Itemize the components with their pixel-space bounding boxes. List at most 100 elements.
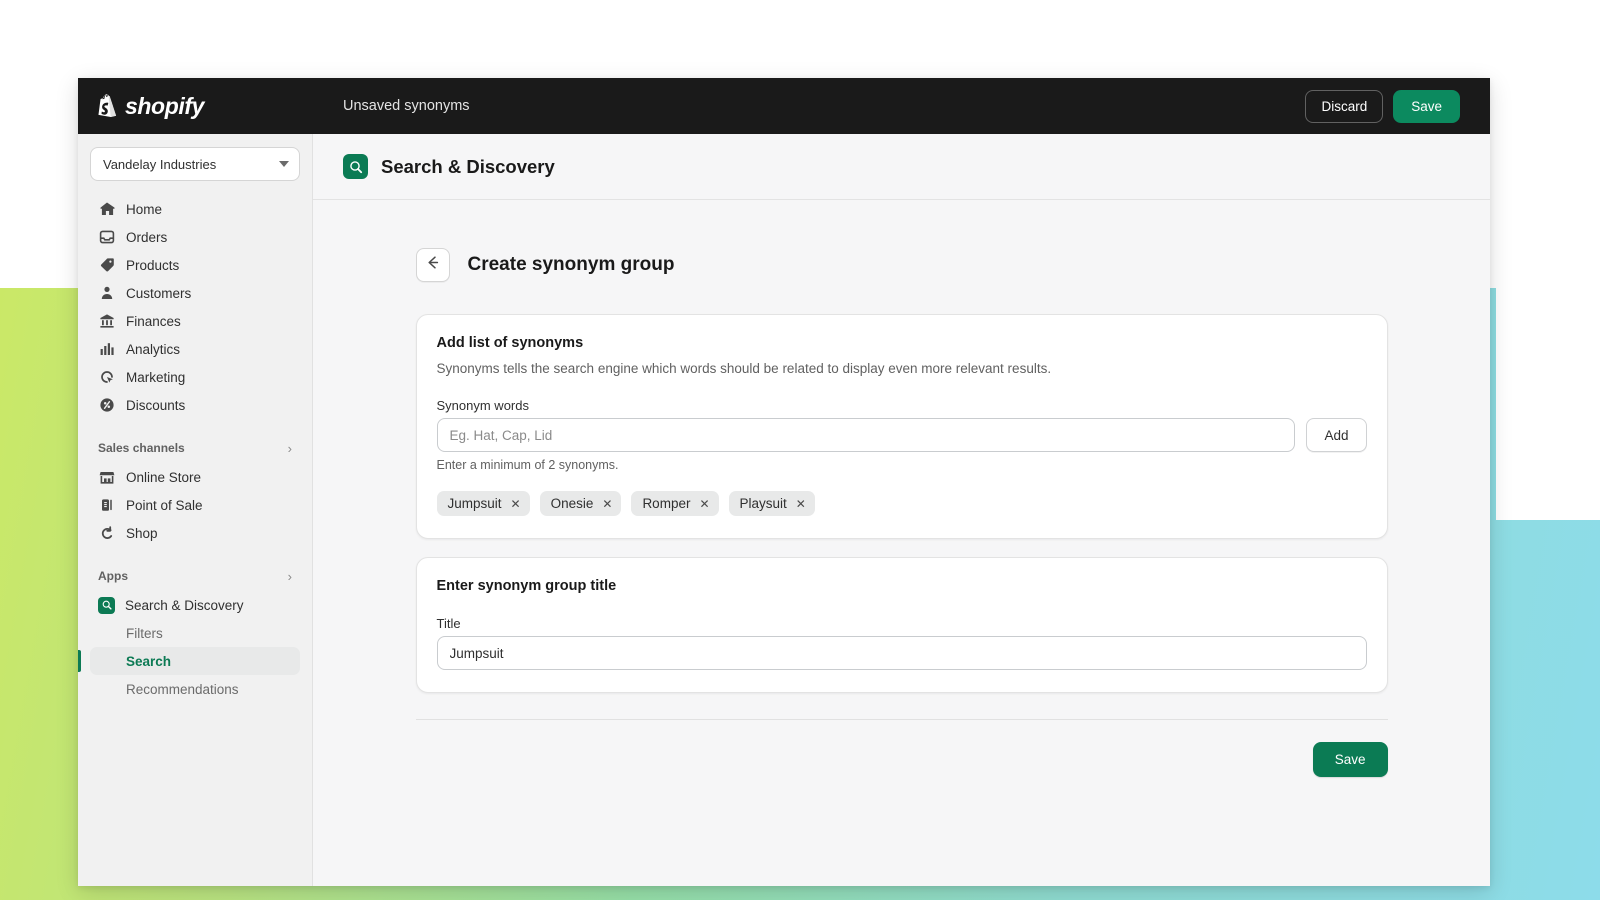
sidebar-item-label: Point of Sale (126, 497, 203, 513)
sidebar-item-label: Search (126, 653, 172, 669)
top-bar: shopify Unsaved synonyms Discard Save (78, 78, 1490, 134)
sidebar-item-label: Marketing (126, 369, 186, 385)
megaphone-target-icon (98, 368, 116, 386)
store-name: Vandelay Industries (103, 156, 217, 172)
section-title: Apps (98, 569, 128, 583)
close-x-icon[interactable]: ✕ (602, 498, 612, 510)
section-title: Sales channels (98, 441, 185, 455)
sidebar-item-label: Discounts (126, 397, 186, 413)
sidebar-item-online-store[interactable]: Online Store (90, 463, 300, 491)
synonym-words-label: Synonym words (436, 398, 529, 413)
synonym-tag[interactable]: Romper ✕ (631, 491, 719, 516)
synonym-tag-label: Onesie (550, 496, 594, 511)
sidebar-item-label: Orders (126, 229, 168, 245)
card-title: Add list of synonyms (436, 335, 584, 351)
synonym-tag-list: Jumpsuit ✕ Onesie ✕ Romper ✕ Playsuit ✕ (436, 491, 1367, 516)
unsaved-changes-title: Unsaved synonyms (343, 98, 470, 114)
discount-percent-icon (98, 396, 116, 414)
arrow-left-icon (424, 254, 441, 276)
sidebar-item-label: Finances (126, 313, 181, 329)
card-description: Synonyms tells the search engine which w… (436, 361, 1052, 376)
sidebar-item-products[interactable]: Products (90, 251, 300, 279)
desktop-backdrop: shopify Unsaved synonyms Discard Save Va… (0, 0, 1600, 900)
sidebar-item-point-of-sale[interactable]: Point of Sale (90, 491, 300, 519)
synonym-tag-label: Romper (642, 496, 691, 511)
synonym-tag-label: Jumpsuit (447, 496, 502, 511)
person-icon (98, 284, 116, 302)
active-indicator-bar (78, 650, 81, 672)
synonym-words-input[interactable] (436, 418, 1296, 452)
group-title-input[interactable] (436, 636, 1367, 670)
sidebar-item-label: Recommendations (126, 681, 239, 697)
sidebar: Vandelay Industries Home Orders Products… (78, 134, 313, 886)
group-title-card: Enter synonym group title Title (415, 557, 1388, 693)
sidebar-item-recommendations[interactable]: Recommendations (90, 675, 300, 703)
home-icon (98, 200, 116, 218)
page-heading-row: Create synonym group (415, 248, 1388, 282)
bank-icon (98, 312, 116, 330)
synonym-help-text: Enter a minimum of 2 synonyms. (436, 458, 619, 472)
sidebar-item-label: Products (126, 257, 180, 273)
card-title: Enter synonym group title (436, 578, 617, 594)
page-title: Search & Discovery (381, 155, 555, 177)
chevron-right-icon: › (287, 568, 292, 584)
sidebar-item-shop[interactable]: Shop (90, 519, 300, 547)
shopify-logo[interactable]: shopify (78, 93, 313, 120)
sidebar-item-search-and-discovery[interactable]: Search & Discovery (90, 591, 300, 619)
sidebar-item-label: Shop (126, 525, 158, 541)
sidebar-item-search[interactable]: Search (78, 647, 300, 675)
shopify-wordmark: shopify (125, 92, 204, 119)
synonym-tag[interactable]: Playsuit ✕ (728, 491, 815, 516)
add-synonym-button[interactable]: Add (1306, 418, 1367, 452)
search-discovery-app-icon (343, 154, 368, 179)
synonym-tag[interactable]: Onesie ✕ (539, 491, 622, 516)
page-heading: Create synonym group (467, 254, 675, 275)
section-divider (415, 719, 1388, 720)
discard-button[interactable]: Discard (1305, 89, 1384, 123)
back-button[interactable] (415, 248, 450, 282)
search-discovery-app-icon (98, 596, 115, 614)
sidebar-item-label: Search & Discovery (125, 597, 244, 613)
sidebar-item-label: Filters (126, 625, 163, 641)
topbar-actions: Discard Save (1305, 89, 1490, 123)
footer-actions: Save (416, 742, 1388, 777)
title-label: Title (436, 616, 461, 631)
sidebar-item-marketing[interactable]: Marketing (90, 363, 300, 391)
save-button-topbar[interactable]: Save (1393, 89, 1460, 123)
page-content: Create synonym group Add list of synonym… (313, 200, 1490, 777)
storefront-icon (98, 468, 116, 486)
sidebar-item-home[interactable]: Home (90, 195, 300, 223)
sidebar-section-sales-channels[interactable]: Sales channels › (90, 435, 300, 461)
synonyms-card: Add list of synonyms Synonyms tells the … (415, 314, 1388, 539)
app-page-header: Search & Discovery (313, 134, 1490, 200)
sidebar-item-label: Home (126, 201, 163, 217)
sidebar-item-analytics[interactable]: Analytics (90, 335, 300, 363)
pos-device-icon (98, 496, 116, 514)
sidebar-item-discounts[interactable]: Discounts (90, 391, 300, 419)
sidebar-item-customers[interactable]: Customers (90, 279, 300, 307)
close-x-icon[interactable]: ✕ (699, 498, 709, 510)
chevron-right-icon: › (287, 440, 292, 456)
orders-inbox-icon (98, 228, 116, 246)
store-switcher[interactable]: Vandelay Industries (90, 147, 300, 181)
sidebar-section-apps[interactable]: Apps › (90, 563, 300, 589)
close-x-icon[interactable]: ✕ (796, 498, 806, 510)
sidebar-item-label: Online Store (126, 469, 202, 485)
sidebar-item-finances[interactable]: Finances (90, 307, 300, 335)
sidebar-item-label: Analytics (126, 341, 181, 357)
window-body: Vandelay Industries Home Orders Products… (78, 134, 1490, 886)
shopify-bag-icon (96, 93, 118, 119)
synonym-tag[interactable]: Jumpsuit ✕ (436, 491, 530, 516)
caret-down-icon (279, 161, 289, 167)
sidebar-item-label: Customers (126, 285, 192, 301)
sidebar-item-orders[interactable]: Orders (90, 223, 300, 251)
shopify-admin-window: shopify Unsaved synonyms Discard Save Va… (78, 78, 1490, 886)
main-content: Search & Discovery Create synonym group (313, 134, 1490, 886)
sidebar-item-filters[interactable]: Filters (90, 619, 300, 647)
shop-bag-icon (98, 524, 116, 542)
synonym-tag-label: Playsuit (739, 496, 787, 511)
close-x-icon[interactable]: ✕ (511, 498, 521, 510)
bar-chart-icon (98, 340, 116, 358)
save-button-footer[interactable]: Save (1312, 742, 1388, 777)
product-tag-icon (98, 256, 116, 274)
